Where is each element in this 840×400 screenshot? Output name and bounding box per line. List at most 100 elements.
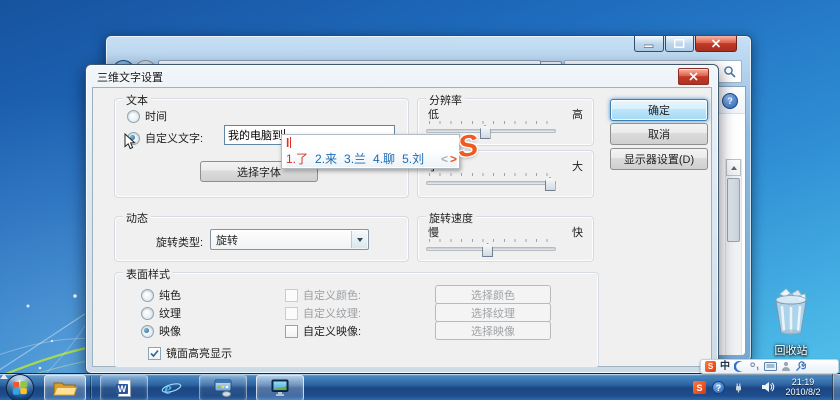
taskbar-word-button[interactable]: W — [100, 375, 148, 400]
slider-ticks — [429, 239, 554, 242]
recycle-bin[interactable]: 回收站 — [748, 288, 834, 358]
radio-circle-icon — [127, 109, 140, 123]
windows-logo-icon — [13, 381, 27, 395]
solid-color-radio[interactable]: 纯色 — [141, 287, 181, 303]
speed-group: 旋转速度 慢 快 — [417, 210, 594, 262]
taskbar-control-panel-item-button[interactable] — [199, 375, 247, 400]
chinese-mode-icon[interactable]: 中 — [720, 361, 730, 372]
ime-candidate-4[interactable]: 4.聊 — [373, 150, 395, 167]
power-tray-icon[interactable] — [733, 382, 744, 393]
volume-tray-icon[interactable] — [761, 381, 775, 393]
speed-fast-label: 快 — [572, 227, 583, 239]
checkbox-icon — [285, 324, 298, 338]
wrench-settings-icon[interactable] — [795, 361, 806, 372]
resolution-high-label: 高 — [572, 109, 583, 121]
dropdown-arrow-zone — [351, 231, 367, 248]
ime-candidate-3[interactable]: 3.兰 — [344, 150, 366, 167]
custom-texture-label: 自定义纹理: — [303, 308, 362, 320]
ime-candidate-window: l 1.了 2.来 3.兰 4.聊 5.刘 < > — [281, 134, 460, 169]
word-icon: W — [116, 379, 131, 397]
speed-slider-thumb[interactable] — [482, 243, 494, 257]
slider-track — [426, 129, 556, 133]
custom-text-radio[interactable]: 自定义文字: — [127, 130, 203, 146]
specular-highlight-label: 镜面高亮显示 — [166, 348, 232, 360]
clock-time: 21:19 — [791, 377, 815, 387]
texture-label: 纹理 — [159, 308, 181, 320]
close-button[interactable] — [695, 36, 737, 52]
action-center-tray-icon[interactable]: ? — [712, 381, 725, 394]
taskbar-ie-button[interactable]: e — [151, 375, 193, 400]
show-hidden-icons-button[interactable] — [0, 374, 8, 379]
choose-font-label: 选择字体 — [237, 166, 281, 179]
choose-reflection-label: 选择映像 — [471, 325, 515, 338]
ime-language-bar: S 中 — [700, 359, 839, 374]
taskbar-explorer-button[interactable] — [44, 375, 86, 400]
resolution-low-label: 低 — [428, 109, 439, 121]
choose-reflection-button[interactable]: 选择映像 — [435, 321, 551, 340]
time-radio[interactable]: 时间 — [127, 108, 167, 124]
rotation-type-dropdown[interactable]: 旋转 — [210, 229, 369, 250]
choose-color-button[interactable]: 选择颜色 — [435, 285, 551, 304]
display-settings-button[interactable]: 显示器设置(D) — [610, 148, 708, 170]
choose-texture-button[interactable]: 选择纹理 — [435, 303, 551, 322]
reflection-label: 映像 — [159, 326, 181, 338]
desktop: 回收站 搜索控制面板 ? 三维文字设置 文本 时间 自定义文字: 我的电脑到 选… — [0, 0, 840, 400]
radio-circle-icon — [141, 306, 154, 320]
cancel-button[interactable]: 取消 — [610, 123, 708, 145]
maximize-button[interactable] — [665, 36, 694, 52]
display-settings-label: 显示器设置(D) — [623, 154, 695, 166]
sogou-icon[interactable]: S — [705, 361, 716, 372]
speed-slow-label: 慢 — [428, 227, 439, 239]
svg-text:e: e — [164, 379, 172, 398]
vertical-scrollbar[interactable] — [725, 159, 742, 355]
settings-window-icon — [214, 379, 232, 397]
show-desktop-button[interactable] — [832, 374, 840, 400]
ok-button[interactable]: 确定 — [610, 99, 708, 121]
custom-text-radio-label: 自定义文字: — [145, 133, 204, 145]
recycle-bin-label: 回收站 — [774, 345, 808, 357]
dialog-client-area: 文本 时间 自定义文字: 我的电脑到 选择字体 分辨率 低 高 大 动态 旋转类… — [92, 87, 712, 368]
scrollbar-thumb[interactable] — [727, 178, 740, 242]
resolution-slider-thumb[interactable] — [479, 125, 491, 139]
surface-style-group-label: 表面样式 — [123, 266, 173, 282]
ime-candidate-5[interactable]: 5.刘 — [402, 150, 424, 167]
radio-circle-icon — [141, 324, 154, 338]
punctuation-icon[interactable] — [749, 361, 760, 372]
ime-next-page-button[interactable]: > — [450, 152, 457, 166]
time-radio-label: 时间 — [145, 111, 167, 123]
motion-group: 动态 旋转类型: 旋转 — [114, 210, 409, 262]
size-slider-thumb[interactable] — [544, 177, 556, 191]
taskbar-clock[interactable]: 21:19 2010/8/2 — [776, 377, 830, 397]
texture-radio[interactable]: 纹理 — [141, 305, 181, 321]
soft-keyboard-icon[interactable] — [764, 361, 777, 372]
choose-texture-label: 选择纹理 — [471, 307, 515, 320]
choose-color-label: 选择颜色 — [471, 289, 515, 302]
fullwidth-moon-icon[interactable] — [734, 361, 745, 372]
ime-candidate-1[interactable]: 1.了 — [286, 150, 308, 167]
sogou-tray-icon[interactable]: S — [693, 381, 706, 394]
ime-candidate-2[interactable]: 2.来 — [315, 150, 337, 167]
3d-text-settings-dialog: 三维文字设置 文本 时间 自定义文字: 我的电脑到 选择字体 分辨率 低 高 大… — [85, 64, 719, 374]
clock-date: 2010/8/2 — [785, 387, 821, 397]
reflection-radio[interactable]: 映像 — [141, 323, 181, 339]
custom-color-checkbox[interactable]: 自定义颜色: — [285, 287, 361, 303]
person-icon[interactable] — [781, 361, 791, 372]
help-button[interactable]: ? — [722, 93, 738, 109]
scroll-up-button[interactable] — [726, 159, 741, 176]
speed-slider[interactable] — [426, 239, 556, 257]
rotation-type-label: 旋转类型: — [156, 237, 204, 249]
checkbox-icon — [285, 288, 298, 302]
folder-icon — [53, 382, 77, 396]
search-icon[interactable] — [723, 65, 737, 79]
specular-highlight-checkbox[interactable]: 镜面高亮显示 — [148, 345, 232, 361]
minimize-button[interactable] — [634, 36, 664, 52]
custom-texture-checkbox[interactable]: 自定义纹理: — [285, 305, 361, 321]
size-slider[interactable] — [426, 173, 556, 191]
surface-style-group: 表面样式 纯色 纹理 映像 自定义颜色: 自定义纹理: 自定义映像: 选择颜色 … — [114, 266, 599, 368]
dialog-close-button[interactable] — [678, 68, 709, 85]
taskbar-display-settings-button[interactable] — [256, 375, 304, 400]
custom-reflection-checkbox[interactable]: 自定义映像: — [285, 323, 361, 339]
ime-prev-page-button[interactable]: < — [441, 152, 448, 166]
svg-text:W: W — [118, 384, 127, 394]
start-button[interactable] — [6, 374, 34, 400]
